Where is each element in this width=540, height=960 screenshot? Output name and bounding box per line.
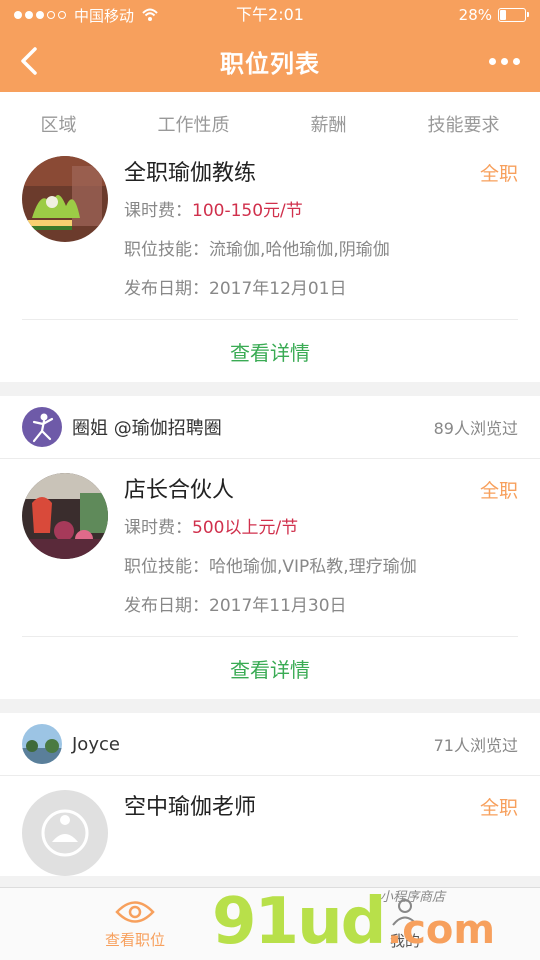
avatar	[22, 407, 62, 447]
skills-label: 职位技能：	[124, 240, 209, 260]
date-label: 发布日期：	[124, 596, 209, 616]
job-title: 全职瑜伽教练	[124, 161, 257, 186]
tab-mine[interactable]: 我的	[270, 888, 540, 960]
battery-icon	[498, 8, 529, 22]
job-title: 空中瑜伽老师	[124, 795, 257, 820]
job-date: 发布日期：2017年12月01日	[124, 270, 518, 309]
view-count: 89人浏览过	[433, 419, 518, 438]
job-card: 全职瑜伽教练 课时费：100-150元/节 职位技能：流瑜伽,哈他瑜伽,阴瑜伽 …	[0, 142, 540, 382]
job-avatar	[22, 473, 108, 559]
job-card: 圈姐 @瑜伽招聘圈 89人浏览过 店长合伙人 课时费：500以上元/节 职位技能…	[0, 396, 540, 699]
wifi-icon	[142, 8, 158, 21]
job-card: Joyce 71人浏览过 空中瑜伽老师 全职	[0, 713, 540, 876]
default-lotus-avatar-icon	[22, 790, 108, 876]
poster-header[interactable]: Joyce 71人浏览过	[0, 713, 540, 776]
filter-salary[interactable]: 薪酬	[301, 103, 357, 145]
more-dot-icon	[488, 57, 496, 65]
status-bar: 中国移动 28%	[0, 0, 540, 30]
filter-skills[interactable]: 技能要求	[418, 103, 510, 145]
job-summary[interactable]: 全职瑜伽教练 课时费：100-150元/节 职位技能：流瑜伽,哈他瑜伽,阴瑜伽 …	[0, 142, 540, 309]
top-bar: 中国移动 28% 下午2:01 职位列表	[0, 0, 540, 92]
date-value: 2017年11月30日	[209, 596, 347, 616]
job-date: 发布日期：2017年11月30日	[124, 587, 518, 626]
job-title: 店长合伙人	[124, 478, 235, 503]
poster-name: Joyce	[72, 733, 120, 755]
back-button[interactable]	[12, 44, 46, 78]
skills-value: 哈他瑜伽,VIP私教,理疗瑜伽	[209, 557, 417, 577]
poster-header[interactable]: 圈姐 @瑜伽招聘圈 89人浏览过	[0, 396, 540, 459]
avatar	[22, 724, 62, 764]
fee-label: 课时费：	[124, 201, 192, 221]
filter-job-type[interactable]: 工作性质	[148, 103, 240, 145]
more-options-button[interactable]	[484, 44, 524, 78]
store-photo-icon	[22, 473, 108, 559]
landscape-avatar-icon	[22, 724, 62, 764]
tab-bar: 查看职位 我的	[0, 887, 540, 960]
view-details-button[interactable]: 查看详情	[230, 654, 310, 683]
date-value: 2017年12月01日	[209, 279, 347, 299]
yoga-pose-avatar-icon	[22, 407, 62, 447]
carrier-name: 中国移动	[74, 6, 135, 25]
job-skills: 职位技能：哈他瑜伽,VIP私教,理疗瑜伽	[124, 548, 518, 587]
page-title: 职位列表	[220, 49, 320, 78]
job-skills: 职位技能：流瑜伽,哈他瑜伽,阴瑜伽	[124, 231, 518, 270]
more-dot-icon	[512, 57, 520, 65]
tab-view-jobs[interactable]: 查看职位	[0, 888, 270, 960]
tab-label: 查看职位	[104, 930, 165, 949]
job-type-badge: 全职	[479, 480, 518, 502]
fee-value: 500以上元/节	[192, 518, 299, 538]
navigation-bar: 职位列表	[0, 30, 540, 92]
job-avatar	[22, 156, 108, 242]
job-fee: 课时费：500以上元/节	[124, 509, 518, 548]
job-avatar	[22, 790, 108, 876]
battery-percent: 28%	[458, 6, 492, 24]
skills-label: 职位技能：	[124, 557, 209, 577]
yoga-studio-logo-icon	[22, 156, 108, 242]
poster-name: 圈姐 @瑜伽招聘圈	[72, 418, 222, 439]
tab-label: 我的	[389, 931, 420, 950]
filter-region[interactable]: 区域	[31, 103, 87, 145]
eye-icon	[115, 900, 155, 923]
job-type-badge: 全职	[479, 163, 518, 185]
fee-value: 100-150元/节	[192, 201, 303, 221]
user-icon	[392, 898, 418, 926]
date-label: 发布日期：	[124, 279, 209, 299]
detail-row: 查看详情	[22, 319, 518, 382]
job-summary[interactable]: 店长合伙人 课时费：500以上元/节 职位技能：哈他瑜伽,VIP私教,理疗瑜伽 …	[0, 459, 540, 626]
skills-value: 流瑜伽,哈他瑜伽,阴瑜伽	[209, 240, 390, 260]
chevron-left-icon	[21, 47, 37, 75]
more-dot-icon	[500, 57, 508, 65]
view-details-button[interactable]: 查看详情	[230, 337, 310, 366]
view-count: 71人浏览过	[433, 736, 518, 755]
detail-row: 查看详情	[22, 636, 518, 699]
signal-strength-icon	[14, 11, 66, 19]
fee-label: 课时费：	[124, 518, 192, 538]
job-fee: 课时费：100-150元/节	[124, 192, 518, 231]
job-type-badge: 全职	[479, 797, 518, 819]
job-summary[interactable]: 空中瑜伽老师 全职	[0, 776, 540, 876]
